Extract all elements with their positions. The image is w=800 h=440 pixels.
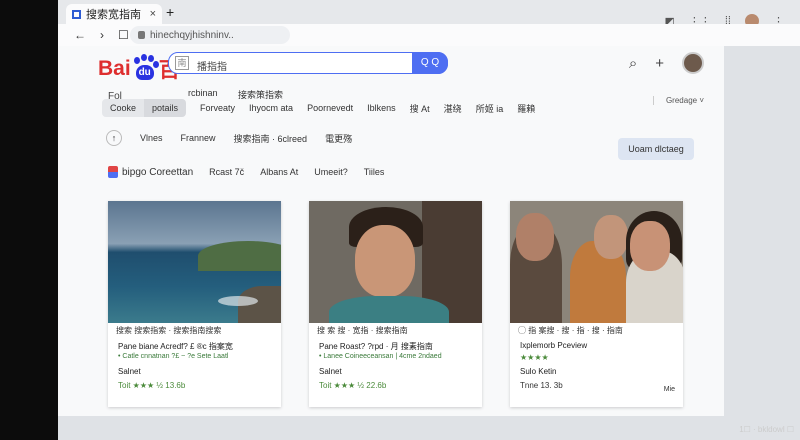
taskbar: 1☐ · bkldowl ☐: [58, 416, 800, 440]
page-content: Bai du 百 南 播指指 Q Q ⌕ + Fol rcbinan 接索策指索…: [58, 46, 724, 416]
close-icon[interactable]: ×: [150, 8, 156, 20]
back-icon[interactable]: ←: [74, 28, 86, 42]
breadcrumb-item[interactable]: 電更殇: [325, 132, 352, 145]
beach-image: [108, 201, 281, 323]
plus-icon[interactable]: +: [655, 55, 664, 72]
more-link[interactable]: Mie: [664, 386, 675, 393]
card-rating: Toit ★★★ ½ 22.6b: [319, 381, 387, 390]
sort-bar: bipgo Coreettan Rcast 7č Albans At Umeei…: [108, 166, 384, 178]
card-title[interactable]: Pane biane Acredf? £ ®c 指案宽: [118, 341, 233, 352]
group-photo-image: [510, 201, 683, 323]
sort-dropdown[interactable]: Albans At: [260, 167, 298, 177]
cta-button[interactable]: Uoam dlctaeg: [618, 138, 694, 160]
filter-row: Cooke potails Forveaty Ihyocm ata Poorne…: [102, 99, 535, 117]
portrait-image: [309, 201, 482, 323]
logo-text-right: 百: [158, 59, 180, 82]
card-caption: ◯ 指 案搜 · 搜 · 指 · 搜 · 指南: [518, 326, 623, 335]
result-card[interactable]: 搜 索 搜 · 宽指 · 搜索指南 Pane Roast? ?rpd · 月 搜…: [309, 201, 482, 407]
favicon-icon: [72, 9, 81, 19]
breadcrumb: ↑ Vlnes Frannew 搜索指南 · 6clreed 電更殇: [106, 130, 352, 146]
card-rating: Toit ★★★ ½ 13.6b: [118, 381, 186, 390]
header-actions: ⌕ +: [629, 52, 704, 74]
brand-text: bipgo Coreettan: [122, 166, 194, 178]
card-title[interactable]: Ixplemorb Pceview: [520, 341, 587, 350]
brand-label: bipgo Coreettan: [108, 166, 193, 178]
sort-dropdown[interactable]: Umeeit?: [314, 167, 348, 177]
breadcrumb-item[interactable]: Frannew: [181, 133, 216, 143]
logo-text-left: Bai: [98, 57, 131, 80]
card-rating-stars: ★★★★: [520, 353, 549, 362]
url-bar[interactable]: hinechqyjhishninv..: [130, 26, 290, 44]
dropdown-label: Gredage: [665, 96, 698, 105]
card-subtitle: • Lanee Coineeceansan | 4cme 2ndaed: [319, 353, 442, 360]
card-meta: Salnet: [319, 367, 342, 376]
browser-window: 搜索宽指南 × + ◩ ⋮⋮ ⁞⁞ ⋮ ← › ☐ hinechqyjhishn…: [58, 0, 800, 440]
card-meta: Sulo Ketin: [520, 367, 557, 376]
chevron-down-icon: ˅: [699, 96, 704, 105]
card-meta: Salnet: [118, 367, 141, 376]
filter-label: Fol: [108, 91, 122, 102]
brand-icon: [108, 166, 118, 178]
card-title[interactable]: Pane Roast? ?rpd · 月 搜素指南: [319, 341, 433, 352]
tab-potails[interactable]: potails: [144, 99, 187, 117]
page-icon[interactable]: ☐: [118, 28, 129, 42]
filter-item[interactable]: Poornevedt: [307, 103, 353, 113]
filter-item[interactable]: 湛绕: [444, 102, 462, 115]
new-tab-button[interactable]: +: [166, 4, 174, 20]
sort-dropdown[interactable]: Tiiles: [364, 167, 385, 177]
back-icon[interactable]: ↑: [106, 130, 122, 146]
filter-item[interactable]: Iblkens: [367, 103, 396, 113]
clock: 1☐ · bkldowl ☐: [739, 425, 794, 434]
filter-item[interactable]: 所姬 ia: [476, 102, 504, 115]
search-button[interactable]: Q Q: [412, 52, 448, 74]
search-input[interactable]: 南 播指指 Q Q: [168, 52, 448, 74]
filter-heading-2: 接索策指索: [238, 90, 284, 100]
card-caption: 搜索 搜索指索 · 搜索指南搜索: [116, 326, 222, 335]
filter-item[interactable]: 羅賴: [517, 102, 535, 115]
result-card[interactable]: ◯ 指 案搜 · 搜 · 指 · 搜 · 指南 Ixplemorb Pcevie…: [510, 201, 683, 407]
address-bar-row: ← › ☐ hinechqyjhishninv..: [58, 24, 800, 46]
paw-icon: du: [132, 54, 159, 82]
logo-text-mid: du: [135, 65, 154, 80]
tab-title: 搜索宽指南: [86, 9, 141, 21]
filter-item[interactable]: Ihyocm ata: [249, 103, 293, 113]
baidu-logo[interactable]: Bai du 百: [98, 54, 180, 82]
sort-dropdown[interactable]: Rcast 7č: [209, 167, 244, 177]
breadcrumb-item[interactable]: 搜索指南 · 6clreed: [234, 132, 308, 145]
search-field-icon: 南: [175, 56, 189, 70]
url-text: hinechqyjhishninv..: [150, 29, 234, 41]
tab-cooke[interactable]: Cooke: [102, 99, 145, 117]
card-subtitle: • Catle cnnatnan ?£ ~ ?e Sete Laatl: [118, 353, 229, 360]
user-avatar[interactable]: [682, 52, 704, 74]
card-rating: Tnne 13. 3b: [520, 381, 563, 390]
search-icon[interactable]: ⌕: [629, 55, 637, 72]
filter-item[interactable]: Forveaty: [200, 103, 235, 113]
lock-icon: [138, 31, 145, 39]
filter-item[interactable]: 搜 At: [410, 102, 430, 115]
tab-bar: 搜索宽指南 × + ◩ ⋮⋮ ⁞⁞ ⋮: [58, 0, 800, 28]
filter-heading-1: rcbinan: [188, 88, 218, 98]
tab-current[interactable]: 搜索宽指南 ×: [66, 4, 162, 24]
search-text: 播指指: [197, 62, 227, 73]
card-caption: 搜 索 搜 · 宽指 · 搜索指南: [317, 326, 408, 335]
forward-icon[interactable]: ›: [100, 28, 104, 42]
nav-buttons: ← › ☐: [74, 28, 129, 42]
breadcrumb-item[interactable]: Vlnes: [140, 133, 163, 143]
result-card[interactable]: 搜索 搜索指索 · 搜索指南搜索 Pane biane Acredf? £ ®c…: [108, 201, 281, 407]
options-dropdown[interactable]: Gredage ˅: [652, 96, 704, 105]
